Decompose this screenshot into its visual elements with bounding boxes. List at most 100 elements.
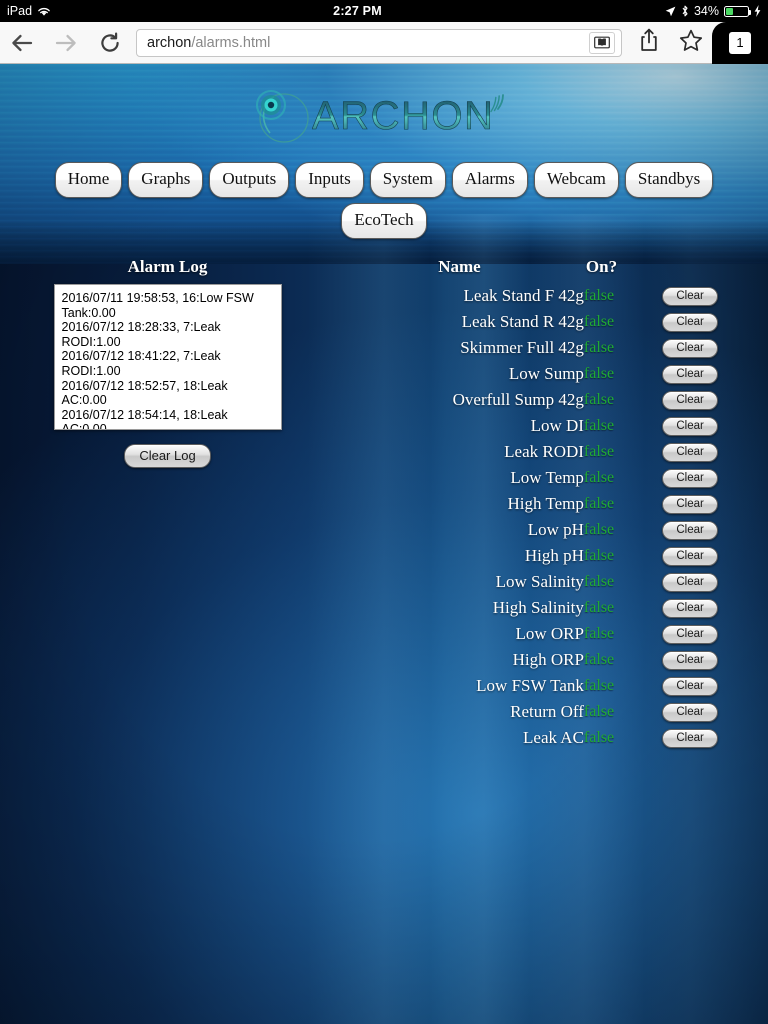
alarm-action-cell: Clear bbox=[662, 361, 768, 387]
alarm-action-cell: Clear bbox=[662, 673, 768, 699]
alarm-state: false bbox=[584, 309, 662, 335]
alarm-name: High pH bbox=[335, 543, 584, 569]
alarm-state: false bbox=[584, 413, 662, 439]
clear-alarm-button[interactable]: Clear bbox=[662, 729, 717, 748]
clear-alarm-button[interactable]: Clear bbox=[662, 573, 717, 592]
ios-status-bar: iPad 2:27 PM 34% bbox=[0, 0, 768, 22]
clear-alarm-button[interactable]: Clear bbox=[662, 313, 717, 332]
alarm-row: Return OfffalseClear bbox=[335, 699, 768, 725]
nav-item-graphs[interactable]: Graphs bbox=[128, 162, 203, 198]
alarm-action-cell: Clear bbox=[662, 413, 768, 439]
column-header-action bbox=[662, 257, 768, 283]
back-button[interactable] bbox=[0, 22, 44, 64]
archon-circle-logo-icon bbox=[246, 85, 316, 147]
tab-count-badge: 1 bbox=[729, 32, 751, 54]
alarm-state: false bbox=[584, 361, 662, 387]
clear-log-button[interactable]: Clear Log bbox=[124, 444, 210, 468]
clear-alarm-button[interactable]: Clear bbox=[662, 677, 717, 696]
clear-alarm-button[interactable]: Clear bbox=[662, 651, 717, 670]
nav-item-webcam[interactable]: Webcam bbox=[534, 162, 619, 198]
alarm-state: false bbox=[584, 465, 662, 491]
status-bar-time: 2:27 PM bbox=[50, 4, 665, 18]
alarm-name: Low Temp bbox=[335, 465, 584, 491]
alarm-name: Low DI bbox=[335, 413, 584, 439]
clear-alarm-button[interactable]: Clear bbox=[662, 339, 717, 358]
reload-button[interactable] bbox=[88, 22, 132, 64]
clear-log-row: Clear Log bbox=[0, 444, 335, 468]
alarm-action-cell: Clear bbox=[662, 647, 768, 673]
bluetooth-icon bbox=[681, 5, 689, 17]
bookmark-button[interactable] bbox=[670, 22, 712, 64]
alarm-action-cell: Clear bbox=[662, 387, 768, 413]
clear-alarm-button[interactable]: Clear bbox=[662, 521, 717, 540]
alarm-log-entry: 2016/07/11 19:58:53, 16:Low FSW Tank:0.0… bbox=[62, 291, 275, 320]
column-header-on: On? bbox=[584, 257, 662, 283]
alarm-state: false bbox=[584, 699, 662, 725]
archon-logo[interactable]: ARCHON bbox=[246, 85, 522, 147]
alarm-action-cell: Clear bbox=[662, 517, 768, 543]
clear-alarm-button[interactable]: Clear bbox=[662, 495, 717, 514]
clear-alarm-button[interactable]: Clear bbox=[662, 443, 717, 462]
forward-button[interactable] bbox=[44, 22, 88, 64]
alarm-log-entry: 2016/07/12 18:54:14, 18:Leak AC:0.00 bbox=[62, 408, 275, 430]
alarm-log-entry: 2016/07/12 18:41:22, 7:Leak RODI:1.00 bbox=[62, 349, 275, 378]
clear-alarm-button[interactable]: Clear bbox=[662, 417, 717, 436]
reader-view-icon[interactable] bbox=[589, 32, 615, 54]
alarm-table: Name On? Leak Stand F 42gfalseClearLeak … bbox=[335, 257, 768, 751]
url-host: archon bbox=[147, 35, 191, 51]
alarm-state: false bbox=[584, 595, 662, 621]
device-name: iPad bbox=[7, 4, 32, 18]
nav-item-alarms[interactable]: Alarms bbox=[452, 162, 528, 198]
clear-alarm-button[interactable]: Clear bbox=[662, 391, 717, 410]
clear-alarm-button[interactable]: Clear bbox=[662, 703, 717, 722]
alarm-row: Low SalinityfalseClear bbox=[335, 569, 768, 595]
alarm-name: Return Off bbox=[335, 699, 584, 725]
tab-overview-button[interactable]: 1 bbox=[712, 22, 768, 64]
nav-item-home[interactable]: Home bbox=[55, 162, 123, 198]
forward-arrow-icon bbox=[54, 32, 78, 54]
clear-alarm-button[interactable]: Clear bbox=[662, 599, 717, 618]
share-button[interactable] bbox=[628, 22, 670, 64]
status-bar-right: 34% bbox=[665, 4, 768, 18]
alarm-name: Low Salinity bbox=[335, 569, 584, 595]
alarm-name: Leak AC bbox=[335, 725, 584, 751]
clear-alarm-button[interactable]: Clear bbox=[662, 547, 717, 566]
alarm-name: Low ORP bbox=[335, 621, 584, 647]
alarm-action-cell: Clear bbox=[662, 699, 768, 725]
alarm-action-cell: Clear bbox=[662, 491, 768, 517]
archon-wordmark: ARCHON bbox=[312, 87, 522, 145]
alarm-row: Low ORPfalseClear bbox=[335, 621, 768, 647]
alarm-state: false bbox=[584, 335, 662, 361]
column-header-name: Name bbox=[335, 257, 584, 283]
nav-item-system[interactable]: System bbox=[370, 162, 446, 198]
clear-alarm-button[interactable]: Clear bbox=[662, 287, 717, 306]
alarm-log-textarea[interactable]: 2016/07/11 19:58:53, 16:Low FSW Tank:0.0… bbox=[54, 284, 282, 430]
alarm-action-cell: Clear bbox=[662, 283, 768, 309]
url-path: /alarms.html bbox=[191, 35, 270, 51]
location-arrow-icon bbox=[665, 6, 676, 17]
url-input[interactable]: archon/alarms.html bbox=[136, 29, 622, 57]
main-content: Alarm Log 2016/07/11 19:58:53, 16:Low FS… bbox=[0, 257, 768, 751]
wifi-icon bbox=[37, 6, 50, 17]
alarm-action-cell: Clear bbox=[662, 569, 768, 595]
nav-item-standbys[interactable]: Standbys bbox=[625, 162, 713, 198]
main-navigation: Home Graphs Outputs Inputs System Alarms… bbox=[0, 162, 768, 239]
clear-alarm-button[interactable]: Clear bbox=[662, 365, 717, 384]
alarm-action-cell: Clear bbox=[662, 309, 768, 335]
nav-item-outputs[interactable]: Outputs bbox=[209, 162, 289, 198]
clear-alarm-button[interactable]: Clear bbox=[662, 625, 717, 644]
alarm-name: High Salinity bbox=[335, 595, 584, 621]
battery-percent-label: 34% bbox=[694, 4, 719, 18]
alarm-log-entry: 2016/07/12 18:28:33, 7:Leak RODI:1.00 bbox=[62, 320, 275, 349]
alarm-state: false bbox=[584, 569, 662, 595]
clear-alarm-button[interactable]: Clear bbox=[662, 469, 717, 488]
alarm-name: Low FSW Tank bbox=[335, 673, 584, 699]
alarm-state: false bbox=[584, 517, 662, 543]
nav-item-ecotech[interactable]: EcoTech bbox=[341, 203, 426, 239]
alarm-action-cell: Clear bbox=[662, 595, 768, 621]
alarm-name: Leak RODI bbox=[335, 439, 584, 465]
reload-icon bbox=[99, 32, 121, 54]
nav-item-inputs[interactable]: Inputs bbox=[295, 162, 364, 198]
status-bar-left: iPad bbox=[0, 4, 50, 18]
alarm-row: Low TempfalseClear bbox=[335, 465, 768, 491]
